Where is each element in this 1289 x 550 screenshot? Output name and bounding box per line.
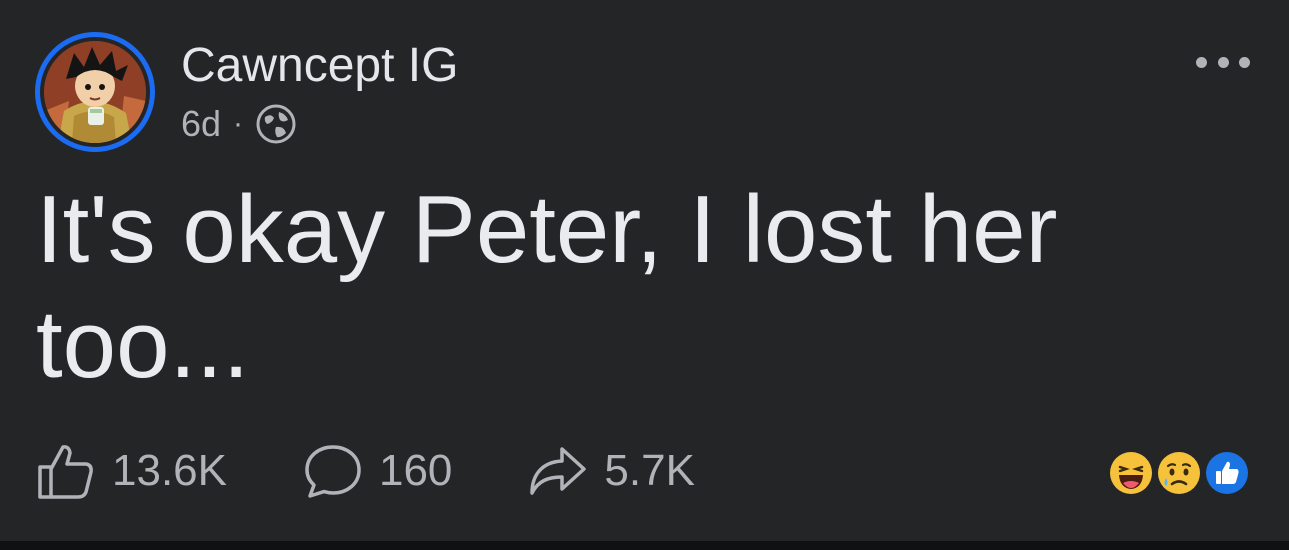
author-name[interactable]: Cawncept IG [181, 38, 458, 94]
sad-reaction-icon [1155, 449, 1203, 497]
share-arrow-icon [530, 447, 587, 495]
share-button[interactable]: 5.7K [528, 441, 695, 501]
avatar-image [44, 41, 146, 143]
reaction-summary[interactable] [1107, 449, 1257, 499]
like-reaction-icon [1203, 449, 1251, 497]
action-bar: 13.6K 160 5.7K [36, 441, 695, 501]
comment-count: 160 [378, 446, 453, 495]
more-dot [1196, 56, 1207, 68]
comment-icon [305, 445, 361, 498]
post-age[interactable]: 6d [181, 103, 221, 145]
comment-button[interactable]: 160 [303, 441, 452, 501]
more-dot [1239, 56, 1250, 68]
more-dot [1217, 56, 1229, 68]
like-count: 13.6K [112, 446, 227, 495]
like-button[interactable]: 13.6K [36, 441, 227, 501]
bottom-divider [0, 541, 1289, 550]
avatar-illustration [44, 41, 146, 143]
post-card: Cawncept IG 6d · It's okay Peter, I lost… [0, 0, 1289, 541]
avatar[interactable] [35, 32, 155, 152]
more-options-icon[interactable] [1196, 48, 1250, 76]
post-text: It's okay Peter, I lost her too... [36, 176, 1058, 398]
meta-separator: · [233, 107, 244, 140]
post-meta: 6d · [181, 102, 297, 146]
globe-icon [256, 104, 296, 144]
haha-reaction-icon [1107, 449, 1155, 497]
thumbs-up-icon [38, 445, 93, 499]
share-count: 5.7K [604, 446, 695, 495]
